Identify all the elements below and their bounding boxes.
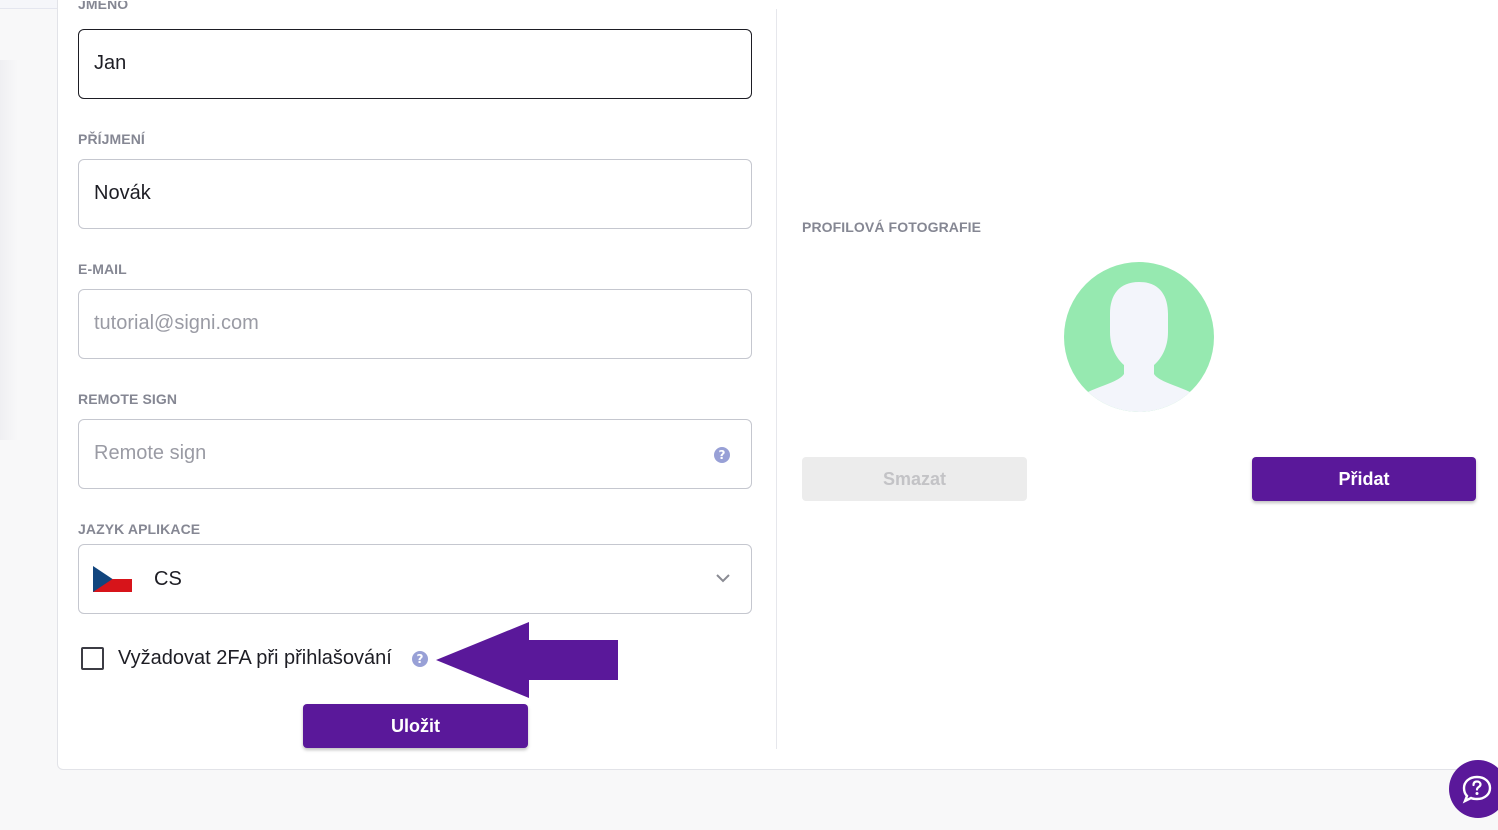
help-icon[interactable]: ? — [714, 447, 730, 463]
last-name-value: Novák — [94, 182, 151, 204]
first-name-value: Jan — [94, 52, 127, 74]
delete-photo-button[interactable]: Smazat — [802, 457, 1027, 501]
help-icon[interactable]: ? — [412, 651, 428, 667]
email-field[interactable]: tutorial@signi.com — [78, 289, 752, 359]
arrow-pointer-icon — [436, 622, 618, 698]
czech-flag-icon — [93, 566, 132, 592]
user-silhouette-icon — [1064, 262, 1214, 412]
last-name-field[interactable]: Novák — [78, 159, 752, 229]
add-photo-button[interactable]: Přidat — [1252, 457, 1476, 501]
first-name-field[interactable]: Jan — [78, 29, 752, 99]
first-name-label: JMÉNO — [78, 1, 129, 12]
remote-sign-field[interactable]: Remote sign ? — [78, 419, 752, 489]
avatar — [1064, 262, 1214, 412]
require-2fa-label[interactable]: Vyžadovat 2FA při přihlašování — [118, 647, 392, 670]
language-value: CS — [154, 568, 182, 590]
last-name-label: PŘÍJMENÍ — [78, 131, 145, 147]
remote-sign-placeholder: Remote sign — [94, 442, 207, 464]
save-button[interactable]: Uložit — [303, 704, 528, 748]
language-select[interactable]: CS — [78, 544, 752, 614]
remote-sign-label: REMOTE SIGN — [78, 391, 178, 407]
sidebar-edge — [0, 60, 18, 440]
column-divider — [776, 9, 777, 749]
chevron-down-icon — [716, 574, 730, 583]
profile-photo-label: PROFILOVÁ FOTOGRAFIE — [802, 219, 982, 235]
require-2fa-checkbox[interactable] — [81, 647, 104, 670]
email-label: E-MAIL — [78, 261, 127, 277]
chat-help-button[interactable] — [1449, 760, 1498, 818]
language-label: JAZYK APLIKACE — [78, 521, 201, 537]
email-placeholder: tutorial@signi.com — [94, 312, 259, 334]
chat-question-icon — [1462, 775, 1492, 804]
